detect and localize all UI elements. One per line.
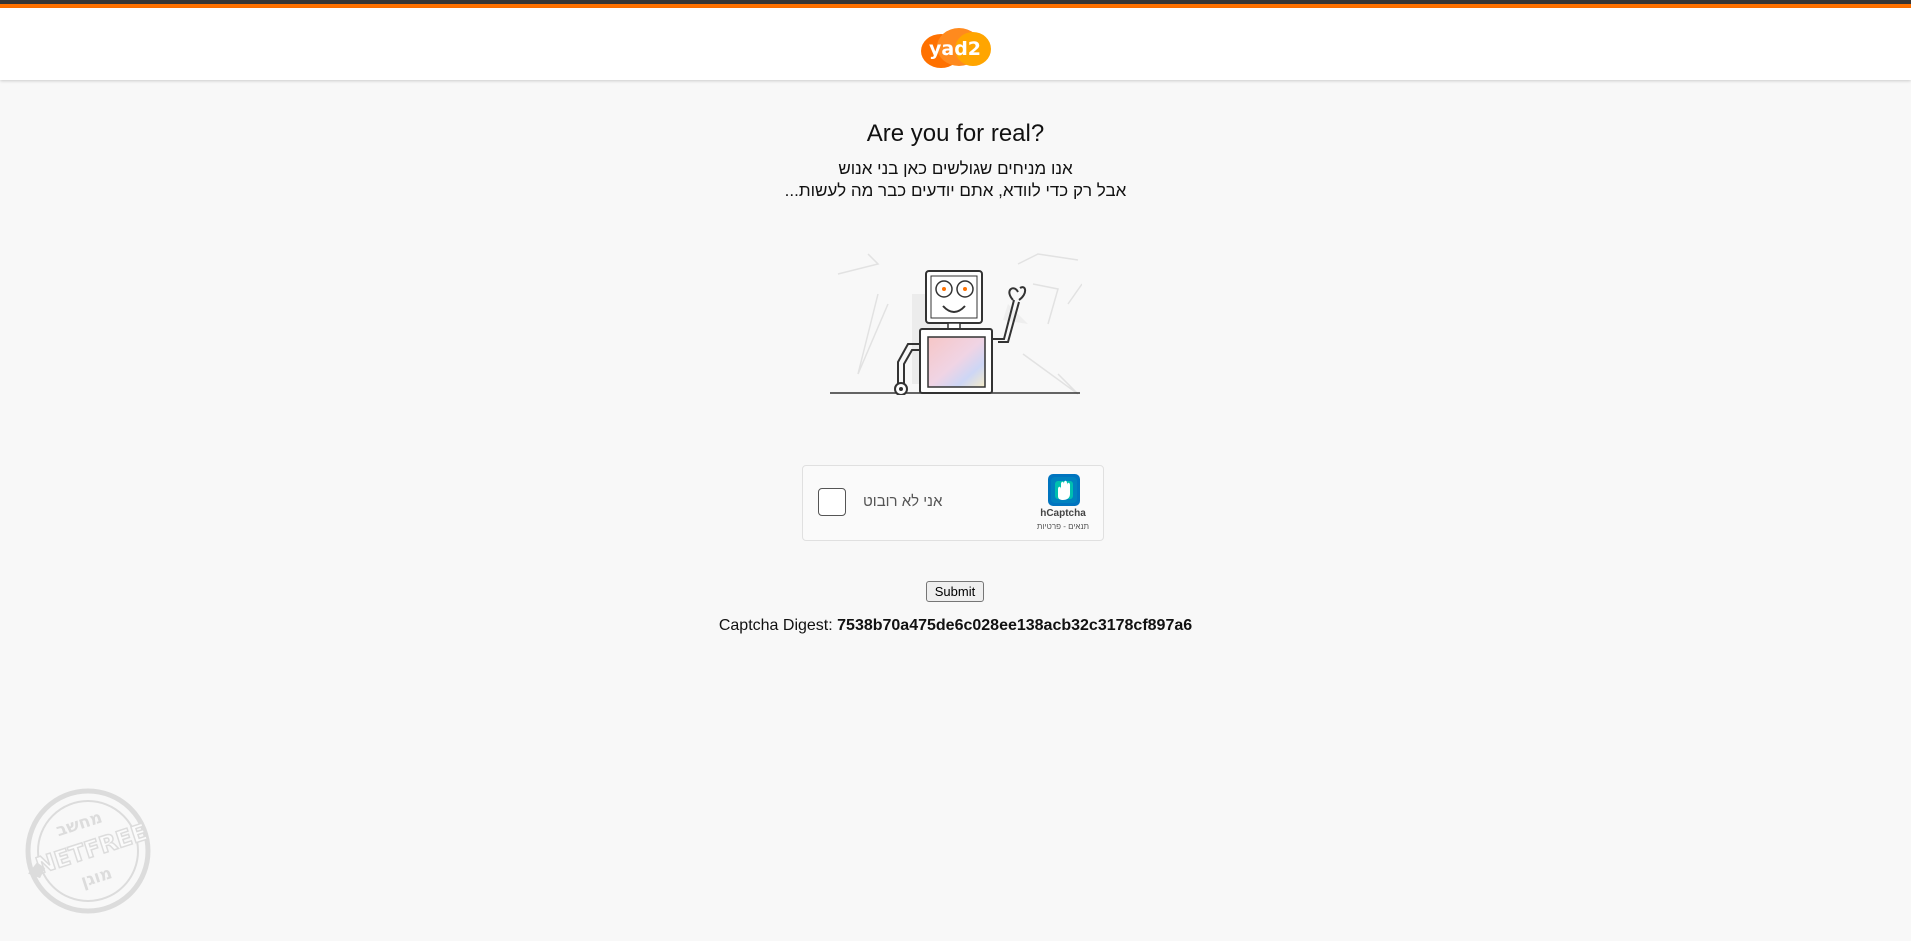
site-header: yad2 xyxy=(0,8,1911,80)
captcha-checkbox-label: אני לא רובוט xyxy=(863,493,943,510)
captcha-digest-value: 7538b70a475de6c028ee138acb32c3178cf897a6 xyxy=(837,617,1193,634)
page-title: Are you for real? xyxy=(866,120,1045,147)
top-accent-bar xyxy=(0,0,1911,8)
captcha-checkbox[interactable] xyxy=(818,488,846,516)
yad2-logo[interactable]: yad2 xyxy=(917,25,993,71)
hcaptcha-widget: אני לא רובוט hCaptcha תנאים - פרטיות xyxy=(802,465,1104,541)
svg-text:מוגן: מוגן xyxy=(79,863,115,892)
robot-illustration xyxy=(830,253,1082,395)
hcaptcha-terms-privacy-links[interactable]: תנאים - פרטיות xyxy=(1023,522,1103,531)
captcha-digest: Captcha Digest: 7538b70a475de6c028ee138a… xyxy=(0,617,1911,635)
hcaptcha-logo-icon xyxy=(1048,474,1080,506)
page-subtitle-line2: אבל רק כדי לוודא, אתם יודעים כבר מה לעשו… xyxy=(784,181,1127,200)
netfree-watermark-stamp: מחשב NETFREE מוגן xyxy=(25,788,151,914)
hcaptcha-brand-name: hCaptcha xyxy=(1040,508,1086,519)
submit-button[interactable]: Submit xyxy=(926,581,984,602)
page-subtitle-line1: אנו מניחים שגולשים כאן בני אנוש xyxy=(838,159,1073,178)
svg-text:yad2: yad2 xyxy=(929,38,981,60)
captcha-digest-label: Captcha Digest: xyxy=(718,617,833,634)
